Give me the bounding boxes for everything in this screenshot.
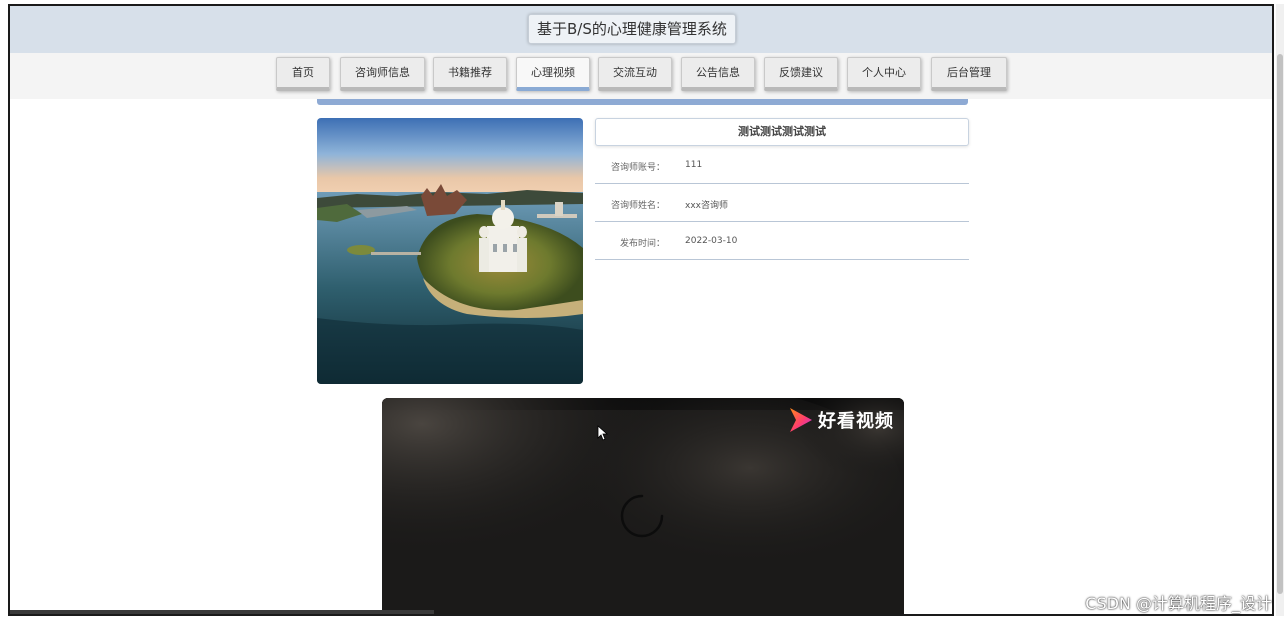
nav-home[interactable]: 首页 [276, 57, 330, 91]
nav-announcements[interactable]: 公告信息 [681, 57, 755, 91]
detail-row-date: 发布时间： 2022-03-10 [595, 222, 969, 260]
nav-personal-center[interactable]: 个人中心 [847, 57, 921, 91]
page-scrollbar[interactable] [1276, 4, 1284, 616]
haokan-logo-icon [790, 408, 812, 432]
nav-admin[interactable]: 后台管理 [931, 57, 1007, 91]
detail-title: 测试测试测试测试 [595, 118, 969, 146]
detail-label: 咨询师账号： [610, 163, 665, 173]
haokan-logo-text: 好看视频 [818, 411, 894, 432]
detail-value: 111 [685, 160, 703, 170]
nav-community[interactable]: 交流互动 [598, 57, 672, 91]
csdn-watermark: CSDN @计算机程序_设计 [1085, 594, 1272, 613]
video-cover-image [317, 118, 583, 384]
nav-feedback[interactable]: 反馈建议 [764, 57, 838, 91]
detail-row-account: 咨询师账号： 111 [595, 146, 969, 184]
detail-value: 2022-03-10 [685, 236, 738, 246]
content-top-strip [317, 99, 968, 105]
nav-counselor-info[interactable]: 咨询师信息 [340, 57, 425, 91]
detail-label: 咨询师姓名： [610, 201, 665, 211]
scrollbar-thumb[interactable] [1277, 54, 1283, 594]
haokan-video-logo: 好看视频 [788, 406, 894, 434]
site-title: 基于B/S的心理健康管理系统 [528, 14, 736, 44]
browser-viewport: 基于B/S的心理健康管理系统 首页 咨询师信息 书籍推荐 心理视频 交流互动 公… [8, 4, 1274, 616]
nav-book-recommend[interactable]: 书籍推荐 [433, 57, 507, 91]
detail-value: xxx咨询师 [685, 201, 728, 211]
loading-spinner-icon [620, 494, 664, 538]
video-player[interactable]: 好看视频 [382, 398, 904, 614]
mouse-cursor-icon [597, 425, 609, 441]
detail-label: 发布时间： [619, 239, 665, 249]
detail-row-name: 咨询师姓名： xxx咨询师 [595, 184, 969, 222]
nav-psych-video[interactable]: 心理视频 [516, 57, 590, 91]
status-bar [10, 610, 434, 614]
